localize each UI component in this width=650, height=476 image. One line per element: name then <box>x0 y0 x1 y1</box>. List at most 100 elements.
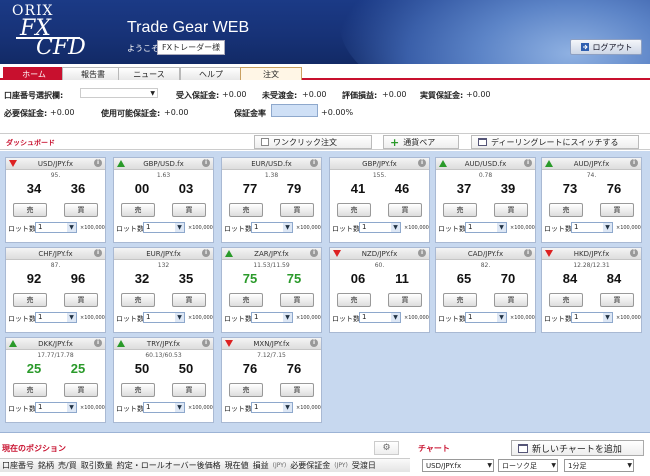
positions-column-header[interactable]: (JPY) <box>332 462 350 469</box>
lot-select[interactable]: 1 ▼ <box>143 312 185 323</box>
buy-button[interactable]: 買 <box>64 383 98 397</box>
info-icon[interactable]: i <box>94 339 102 347</box>
lot-select[interactable]: 1 ▼ <box>35 222 77 233</box>
one-click-toggle[interactable]: ワンクリック注文 <box>254 135 372 149</box>
sell-button[interactable]: 売 <box>13 203 47 217</box>
buy-button[interactable]: 買 <box>600 203 634 217</box>
tile-pair: ZAR/JPY.fx <box>254 250 289 258</box>
lot-select[interactable]: 1 ▼ <box>465 312 507 323</box>
tab-news[interactable]: ニュース <box>118 67 180 80</box>
sell-button[interactable]: 売 <box>549 203 583 217</box>
buy-button[interactable]: 買 <box>172 293 206 307</box>
lot-select[interactable]: 1 ▼ <box>571 222 613 233</box>
info-icon[interactable]: i <box>630 159 638 167</box>
info-icon[interactable]: i <box>202 339 210 347</box>
deposit-margin-value: +0.00 <box>222 90 247 99</box>
rate-tile: GBP/JPY.fx i 155. 41 46 売買ロット数: 1 ▼ ×100,000 <box>329 157 430 243</box>
sell-button[interactable]: 売 <box>13 383 47 397</box>
positions-column-header[interactable]: 約定・ロールオーバー後価格 <box>115 460 223 471</box>
tile-bid-price: 34 <box>26 181 42 196</box>
chart-type-select[interactable]: ローソク足 ▼ <box>498 459 558 472</box>
positions-column-header[interactable]: 損益 <box>251 460 271 471</box>
tile-header: MXN/JPY.fx i <box>222 338 321 350</box>
info-icon[interactable]: i <box>202 159 210 167</box>
buy-button[interactable]: 買 <box>494 293 528 307</box>
tab-order[interactable]: 注文 <box>240 67 302 80</box>
add-chart-button[interactable]: 新しいチャートを追加 <box>511 440 644 456</box>
logout-button[interactable]: ログアウト <box>570 39 642 55</box>
chart-pair-select[interactable]: USD/JPY.fx ▼ <box>422 459 494 472</box>
buy-button[interactable]: 買 <box>388 203 422 217</box>
buy-button[interactable]: 買 <box>600 293 634 307</box>
lot-select[interactable]: 1 ▼ <box>35 402 77 413</box>
positions-settings-button[interactable]: ⚙ <box>374 441 399 455</box>
positions-column-header[interactable]: 売/買 <box>56 460 79 471</box>
rate-tile: GBP/USD.fx i 1.63 00 03 売買ロット数: 1 ▼ ×100,000 <box>113 157 214 243</box>
lot-unit: ×100,000 <box>404 315 429 321</box>
info-icon[interactable]: i <box>524 159 532 167</box>
sell-button[interactable]: 売 <box>443 203 477 217</box>
tile-header: HKD/JPY.fx i <box>542 248 641 260</box>
positions-column-header[interactable]: (JPY) <box>271 462 289 469</box>
lot-select[interactable]: 1 ▼ <box>251 222 293 233</box>
lot-value: 1 <box>38 313 43 321</box>
lot-select[interactable]: 1 ▼ <box>143 222 185 233</box>
positions-column-header[interactable]: 必要保証金 <box>288 460 332 471</box>
buy-button[interactable]: 買 <box>280 203 314 217</box>
buy-button[interactable]: 買 <box>388 293 422 307</box>
lot-select[interactable]: 1 ▼ <box>251 402 293 413</box>
lot-select[interactable]: 1 ▼ <box>571 312 613 323</box>
buy-button[interactable]: 買 <box>280 383 314 397</box>
lot-select[interactable]: 1 ▼ <box>465 222 507 233</box>
lot-select[interactable]: 1 ▼ <box>35 312 77 323</box>
sell-button[interactable]: 売 <box>13 293 47 307</box>
account-select[interactable]: ▼ <box>80 88 158 98</box>
info-icon[interactable]: i <box>418 249 426 257</box>
add-pair-button[interactable]: + 通貨ペア <box>383 135 459 149</box>
tab-home[interactable]: ホーム <box>3 67 65 80</box>
positions-column-header[interactable]: 現在値 <box>223 460 251 471</box>
buy-button[interactable]: 買 <box>64 293 98 307</box>
sell-button[interactable]: 売 <box>337 203 371 217</box>
info-icon[interactable]: i <box>418 159 426 167</box>
sell-button[interactable]: 売 <box>121 293 155 307</box>
available-margin-value: +0.00 <box>164 108 189 117</box>
lot-select[interactable]: 1 ▼ <box>143 402 185 413</box>
sell-button[interactable]: 売 <box>229 293 263 307</box>
info-icon[interactable]: i <box>202 249 210 257</box>
positions-column-header[interactable]: 銘柄 <box>36 460 56 471</box>
lot-value: 1 <box>362 313 367 321</box>
positions-column-header[interactable]: 受渡日 <box>350 460 378 471</box>
tab-reports[interactable]: 報告書 <box>62 67 124 80</box>
chart-interval-select[interactable]: 1分足 ▼ <box>564 459 634 472</box>
sell-button[interactable]: 売 <box>229 203 263 217</box>
info-icon[interactable]: i <box>630 249 638 257</box>
sell-button[interactable]: 売 <box>443 293 477 307</box>
info-icon[interactable]: i <box>310 339 318 347</box>
buy-button[interactable]: 買 <box>64 203 98 217</box>
info-icon[interactable]: i <box>94 159 102 167</box>
sell-button[interactable]: 売 <box>337 293 371 307</box>
positions-column-header[interactable]: 口座番号 <box>0 460 36 471</box>
lot-select[interactable]: 1 ▼ <box>359 222 401 233</box>
positions-column-header[interactable]: 取引数量 <box>79 460 115 471</box>
sell-button[interactable]: 売 <box>229 383 263 397</box>
required-margin-value: +0.00 <box>50 108 75 117</box>
buy-button[interactable]: 買 <box>280 293 314 307</box>
lot-select[interactable]: 1 ▼ <box>359 312 401 323</box>
tile-pair: CHF/JPY.fx <box>38 250 73 258</box>
tile-pair: HKD/JPY.fx <box>573 250 610 258</box>
sell-button[interactable]: 売 <box>121 383 155 397</box>
buy-button[interactable]: 買 <box>172 203 206 217</box>
sell-button[interactable]: 売 <box>121 203 155 217</box>
info-icon[interactable]: i <box>94 249 102 257</box>
switch-dealing-rate-button[interactable]: ディーリングレートにスイッチする <box>471 135 639 149</box>
buy-button[interactable]: 買 <box>172 383 206 397</box>
info-icon[interactable]: i <box>310 249 318 257</box>
sell-button[interactable]: 売 <box>549 293 583 307</box>
tab-help[interactable]: ヘルプ <box>180 67 242 80</box>
info-icon[interactable]: i <box>524 249 532 257</box>
info-icon[interactable]: i <box>310 159 318 167</box>
buy-button[interactable]: 買 <box>494 203 528 217</box>
lot-select[interactable]: 1 ▼ <box>251 312 293 323</box>
